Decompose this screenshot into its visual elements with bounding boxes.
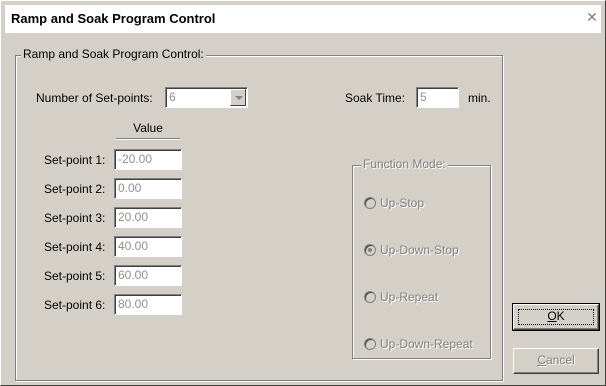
radio-up-stop-label: Up-Stop xyxy=(380,196,425,210)
setpoint-6-input[interactable]: 80.00 xyxy=(114,294,182,315)
setpoint-4-input[interactable]: 40.00 xyxy=(114,236,182,257)
setpoint-3-label: Set-point 3: xyxy=(44,211,106,225)
title-bar[interactable]: Ramp and Soak Program Control ✕ xyxy=(5,5,601,33)
radio-up-down-repeat-label: Up-Down-Repeat xyxy=(380,337,473,351)
num-setpoints-label: Number of Set-points: xyxy=(36,91,153,105)
focus-rectangle xyxy=(518,309,594,325)
function-mode-legend: Function Mode: xyxy=(361,157,448,171)
setpoint-4-value: 40.00 xyxy=(118,239,149,253)
soak-time-label: Soak Time: xyxy=(345,91,406,105)
setpoint-5-label: Set-point 5: xyxy=(44,269,106,283)
radio-up-down-stop-label: Up-Down-Stop xyxy=(380,243,459,257)
radio-up-down-stop[interactable]: Up-Down-Stop xyxy=(364,243,459,257)
radio-up-repeat[interactable]: Up-Repeat xyxy=(364,290,438,304)
chevron-down-icon xyxy=(235,96,243,100)
setpoint-5-input[interactable]: 60.00 xyxy=(114,265,182,286)
radio-button-checked-icon xyxy=(364,244,376,256)
radio-button-icon xyxy=(364,291,376,303)
soak-time-value: 5 xyxy=(420,90,427,104)
soak-time-unit: min. xyxy=(468,91,491,105)
dropdown-button[interactable] xyxy=(230,89,246,106)
window-title: Ramp and Soak Program Control xyxy=(11,11,216,26)
setpoint-1-value: -20.00 xyxy=(118,152,153,166)
num-setpoints-value: 6 xyxy=(169,90,176,104)
function-mode-group xyxy=(352,165,491,359)
setpoint-3-input[interactable]: 20.00 xyxy=(114,207,182,228)
setpoint-6-value: 80.00 xyxy=(118,297,149,311)
cancel-button[interactable]: Cancel xyxy=(513,348,599,374)
setpoint-1-input[interactable]: -20.00 xyxy=(114,149,182,170)
cancel-mnemonic: C xyxy=(537,353,546,367)
radio-up-repeat-label: Up-Repeat xyxy=(380,290,439,304)
cancel-label-rest: ancel xyxy=(545,353,575,367)
dialog-window: Ramp and Soak Program Control ✕ Ramp and… xyxy=(0,0,606,386)
radio-up-down-repeat[interactable]: Up-Down-Repeat xyxy=(364,337,473,351)
radio-button-icon xyxy=(364,338,376,350)
setpoint-2-value: 0.00 xyxy=(118,181,142,195)
value-column-header: Value xyxy=(133,121,163,135)
soak-time-input[interactable]: 5 xyxy=(416,87,459,108)
setpoint-2-label: Set-point 2: xyxy=(44,182,106,196)
setpoint-1-label: Set-point 1: xyxy=(44,153,106,167)
radio-up-stop[interactable]: Up-Stop xyxy=(364,196,424,210)
setpoint-5-value: 60.00 xyxy=(118,268,149,282)
setpoint-2-input[interactable]: 0.00 xyxy=(114,178,182,199)
radio-button-icon xyxy=(364,197,376,209)
close-icon[interactable]: ✕ xyxy=(585,10,599,24)
setpoint-6-label: Set-point 6: xyxy=(44,298,106,312)
num-setpoints-combobox[interactable]: 6 xyxy=(165,87,248,108)
value-header-underline xyxy=(116,138,180,140)
program-control-legend: Ramp and Soak Program Control: xyxy=(21,47,206,61)
setpoint-3-value: 20.00 xyxy=(118,210,149,224)
ok-button[interactable]: OK xyxy=(512,303,600,331)
setpoint-4-label: Set-point 4: xyxy=(44,240,106,254)
